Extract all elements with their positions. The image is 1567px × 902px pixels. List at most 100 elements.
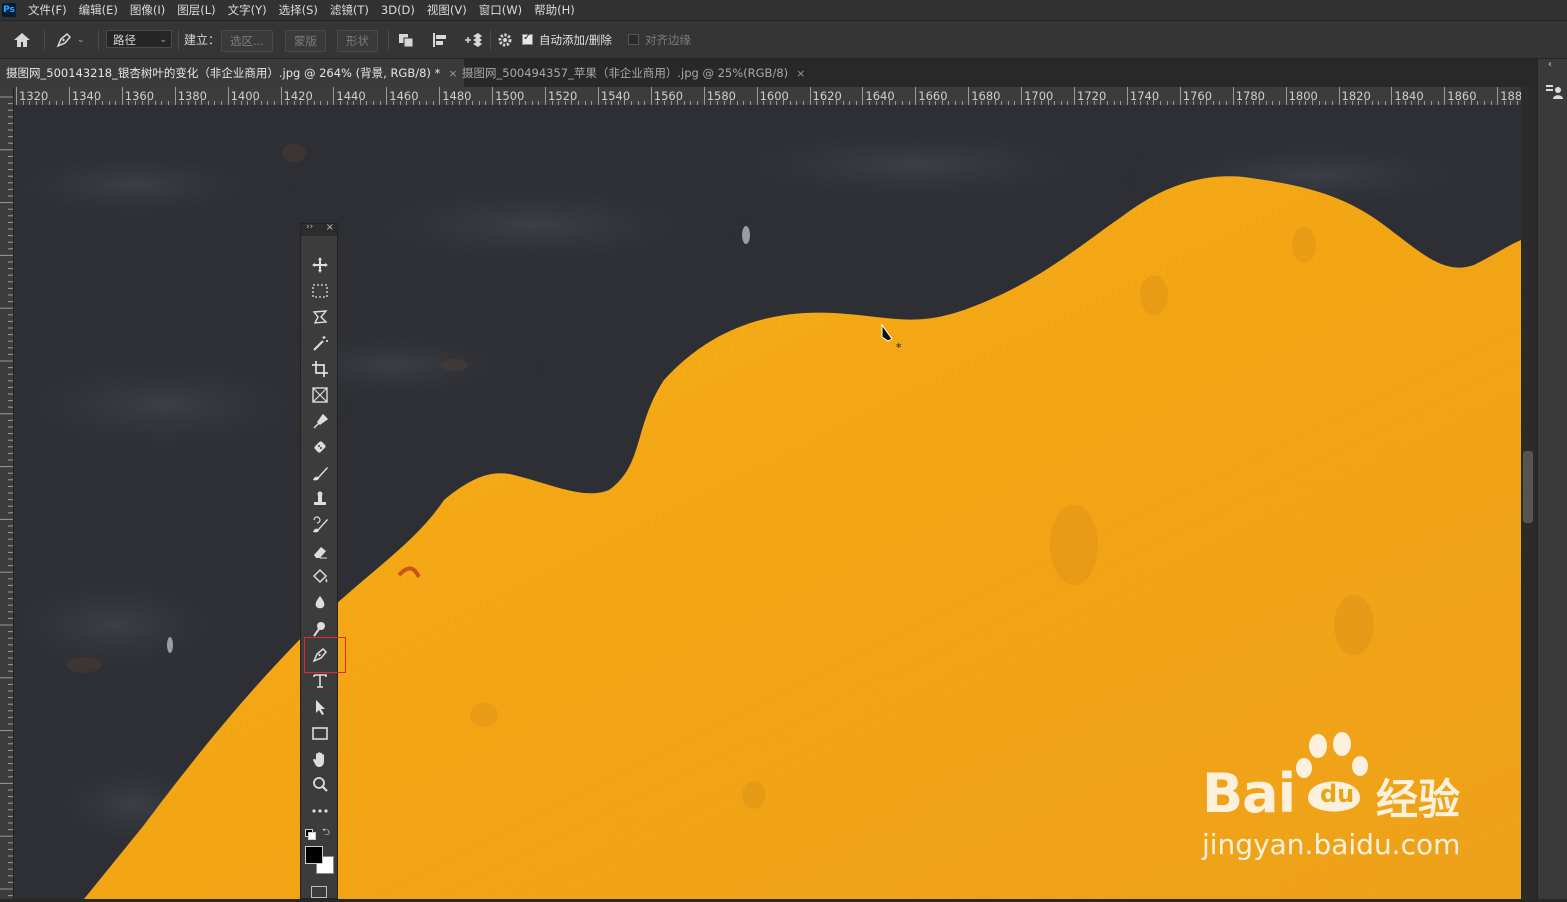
tool-mode-select[interactable]: 路径 ⌄ (106, 30, 172, 48)
menu-file[interactable]: 文件(F) (22, 0, 73, 20)
default-colors-icon[interactable] (305, 829, 316, 840)
ruler-tick (1126, 87, 1128, 105)
menu-view[interactable]: 视图(V) (421, 0, 473, 20)
menu-type[interactable]: 文字(Y) (222, 0, 273, 20)
ruler-tick (1417, 98, 1419, 105)
path-arrangement-button[interactable] (463, 21, 483, 58)
collapse-icon[interactable]: ›› (306, 222, 313, 232)
auto-add-delete-toggle[interactable]: 自动添加/删除 (522, 21, 612, 58)
menu-image[interactable]: 图像(I) (124, 0, 171, 20)
tools-panel: ›› × ⮌ (300, 222, 346, 899)
dodge-tool-icon (313, 622, 325, 637)
crop-tool-icon (312, 361, 328, 377)
svg-text:*: * (896, 341, 902, 354)
menu-edit[interactable]: 编辑(E) (73, 0, 124, 20)
auto-add-delete-label: 自动添加/删除 (539, 32, 612, 47)
swap-colors-icon[interactable]: ⮌ (322, 825, 330, 842)
document-tab-active[interactable]: 摄图网_500143218_银杏树叶的变化（非企业商用）.jpg @ 264% … (0, 59, 464, 87)
ruler-tick (201, 98, 203, 105)
right-panel-strip: ‹ (1537, 59, 1567, 899)
close-icon[interactable]: × (326, 222, 334, 233)
zoom-tool-button[interactable] (306, 773, 334, 797)
vertical-ruler[interactable] (0, 87, 14, 899)
align-edges-checkbox[interactable] (628, 34, 639, 45)
menu-3d[interactable]: 3D(D) (375, 0, 421, 20)
ruler-tick (68, 87, 70, 105)
more-tools-button[interactable] (306, 799, 334, 823)
path-selection-tool-icon (316, 700, 325, 715)
ruler-tick (95, 98, 97, 105)
gear-icon (498, 33, 512, 46)
ruler-tick (730, 98, 732, 105)
move-tool-button[interactable] (306, 253, 334, 277)
frame-tool-icon (312, 387, 328, 403)
home-button[interactable] (12, 21, 32, 58)
tools-panel-header[interactable]: ›› × (301, 222, 337, 236)
frame-tool-button[interactable] (306, 383, 334, 407)
make-shape-button[interactable]: 形状 (337, 30, 378, 52)
eyedropper-tool-button[interactable] (306, 409, 334, 433)
brush-tool-icon (313, 467, 328, 481)
path-operations-icon (399, 33, 414, 47)
crop-tool-button[interactable] (306, 357, 334, 381)
ruler-tick (148, 98, 150, 105)
clone-stamp-tool-button[interactable] (306, 487, 334, 511)
ruler-tick (333, 87, 335, 105)
make-mask-button[interactable]: 蒙版 (285, 30, 326, 52)
ruler-tick (121, 87, 123, 105)
path-operations-button[interactable] (397, 21, 415, 58)
close-icon[interactable]: × (796, 67, 805, 80)
properties-panel-icon[interactable] (1545, 83, 1563, 101)
ruler-tick (1312, 98, 1314, 105)
tool-preset-picker[interactable]: ⌄ (54, 21, 85, 58)
ruler-tick (1444, 87, 1446, 105)
ruler-tick (1074, 87, 1075, 105)
expand-panels-icon[interactable]: ‹ (1548, 59, 1552, 70)
rectangle-tool-button[interactable] (306, 721, 334, 745)
type-tool-button[interactable] (306, 669, 334, 693)
pen-tool-button[interactable] (304, 637, 346, 673)
ruler-tick (835, 98, 837, 105)
menu-help[interactable]: 帮助(H) (528, 0, 581, 20)
magic-wand-tool-button[interactable] (306, 331, 334, 355)
quick-mask-icon[interactable] (311, 886, 327, 898)
eraser-tool-button[interactable] (306, 539, 334, 563)
ruler-tick (783, 98, 785, 105)
menu-window[interactable]: 窗口(W) (473, 0, 528, 20)
horizontal-ruler[interactable]: 1320 1340 1360 1380 1400 1420 1440 1460 1480 1500… (14, 87, 1521, 106)
healing-brush-tool-button[interactable] (306, 435, 334, 459)
paint-bucket-tool-button[interactable] (306, 565, 334, 589)
settings-button[interactable] (497, 21, 513, 58)
ruler-tick (809, 87, 811, 105)
lasso-tool-button[interactable] (306, 305, 334, 329)
ruler-tick (16, 87, 17, 105)
ruler-tick (1470, 98, 1472, 105)
ruler-tick (703, 87, 705, 105)
tab-title: 摄图网_500494357_苹果（非企业商用）.jpg @ 25%(RGB/8) (462, 66, 789, 80)
path-alignment-button[interactable] (431, 21, 449, 58)
menu-filter[interactable]: 滤镜(T) (324, 0, 375, 20)
align-edges-toggle[interactable]: 对齐边缘 (628, 21, 691, 58)
foreground-color-swatch[interactable] (305, 846, 323, 864)
document-tab-bar: 摄图网_500143218_银杏树叶的变化（非企业商用）.jpg @ 264% … (0, 59, 1537, 87)
document-tab-inactive[interactable]: 摄图网_500494357_苹果（非企业商用）.jpg @ 25%(RGB/8)… (456, 59, 811, 87)
ruler-tick (545, 87, 546, 105)
menu-select[interactable]: 选择(S) (273, 0, 324, 20)
ruler-tick (1179, 87, 1181, 105)
menu-layer[interactable]: 图层(L) (171, 0, 221, 20)
hand-tool-button[interactable] (306, 747, 334, 771)
ruler-tick (862, 87, 864, 105)
ruler-tick (439, 87, 441, 105)
blur-tool-button[interactable] (306, 591, 334, 615)
watermark-suffix: 经验 (1376, 775, 1461, 824)
ruler-tick (227, 87, 229, 105)
auto-add-delete-checkbox[interactable] (522, 32, 533, 45)
path-selection-tool-button[interactable] (306, 695, 334, 719)
history-brush-tool-button[interactable] (306, 513, 334, 537)
make-selection-button[interactable]: 选区... (221, 30, 273, 52)
ruler-tick (1497, 87, 1499, 105)
ruler-tick (1232, 87, 1234, 105)
brush-tool-button[interactable] (306, 461, 334, 485)
marquee-tool-button[interactable] (306, 279, 334, 303)
scrollbar-thumb[interactable] (1523, 451, 1533, 523)
